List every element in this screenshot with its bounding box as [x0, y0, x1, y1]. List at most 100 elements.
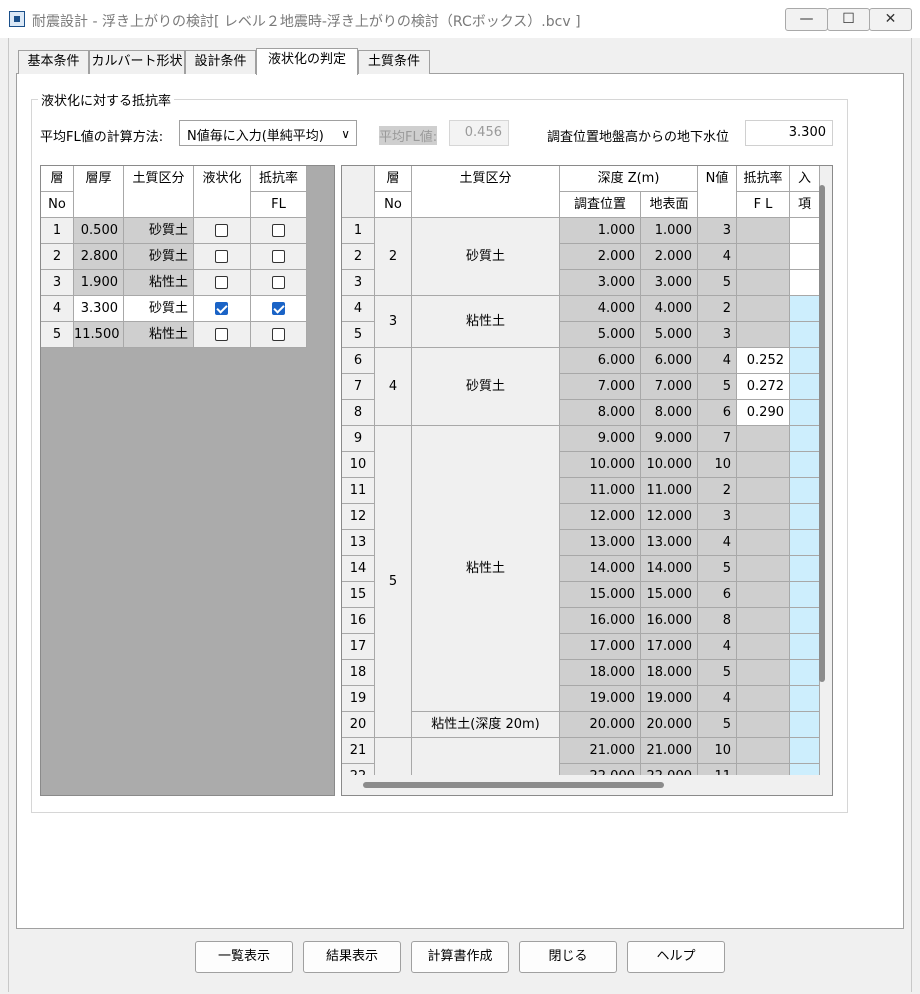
layer-soil-cell[interactable]: 粘性土 — [124, 322, 194, 348]
layer-soil-cell[interactable]: 砂質土 — [124, 218, 194, 244]
depth-row-index: 11 — [342, 478, 375, 504]
layer-thickness-cell[interactable]: 2.800 — [74, 244, 124, 270]
depth-row-index: 2 — [342, 244, 375, 270]
layer-soil-cell[interactable]: 砂質土 — [124, 296, 194, 322]
depth-row-index: 22 — [342, 764, 375, 775]
input-cell[interactable] — [790, 218, 820, 244]
r-fl-sub-header: F L — [737, 192, 790, 218]
input-cell[interactable] — [790, 374, 820, 400]
minimize-button[interactable]: — — [785, 8, 828, 31]
fl-checkbox[interactable] — [272, 250, 285, 263]
input-cell[interactable] — [790, 244, 820, 270]
depth-grid-vscrollbar[interactable] — [819, 185, 825, 682]
fl-checkbox[interactable] — [272, 276, 285, 289]
survey-depth-cell: 3.000 — [560, 270, 641, 296]
fl-value-cell — [737, 322, 790, 348]
surface-depth-cell: 6.000 — [641, 348, 698, 374]
liquefaction-checkbox[interactable] — [215, 250, 228, 263]
group-soil-cell: 粘性土(深度 20m) — [412, 712, 560, 738]
layer-thickness-cell[interactable]: 0.500 — [74, 218, 124, 244]
input-cell[interactable] — [790, 530, 820, 556]
layer-fl-cell — [251, 296, 307, 322]
create-report-button[interactable]: 計算書作成 — [411, 941, 509, 973]
n-value-cell: 3 — [698, 218, 737, 244]
fl-checkbox[interactable] — [272, 302, 285, 315]
tab-design-conditions[interactable]: 設計条件 — [185, 50, 256, 74]
input-cell[interactable] — [790, 686, 820, 712]
result-view-button[interactable]: 結果表示 — [303, 941, 401, 973]
tab-culvert-shape[interactable]: カルバート形状 — [89, 50, 185, 74]
n-value-cell: 5 — [698, 712, 737, 738]
input-cell[interactable] — [790, 296, 820, 322]
n-value-cell: 3 — [698, 504, 737, 530]
depth-grid: 層 No 土質区分 深度 Z(m) 調査位置 地表面 N値 抵抗率 F L 入項 1 1.000 1.0… — [341, 165, 833, 796]
input-cell[interactable] — [790, 270, 820, 296]
water-level-input[interactable]: 3.300 — [745, 120, 833, 146]
surface-depth-cell: 1.000 — [641, 218, 698, 244]
help-button[interactable]: ヘルプ — [627, 941, 725, 973]
app-icon — [9, 11, 25, 27]
layer-thickness-cell[interactable]: 11.500 — [74, 322, 124, 348]
survey-depth-cell: 16.000 — [560, 608, 641, 634]
layer-soil-cell[interactable]: 粘性土 — [124, 270, 194, 296]
input-cell[interactable] — [790, 452, 820, 478]
survey-depth-header: 調査位置 — [560, 192, 641, 218]
fl-value-cell — [737, 530, 790, 556]
n-value-cell: 2 — [698, 478, 737, 504]
survey-depth-cell: 4.000 — [560, 296, 641, 322]
group-soil-cell: 粘性土 — [412, 426, 560, 712]
n-value-cell: 5 — [698, 270, 737, 296]
close-dialog-button[interactable]: 閉じる — [519, 941, 617, 973]
layer-thickness-cell[interactable]: 3.300 — [74, 296, 124, 322]
input-cell[interactable] — [790, 712, 820, 738]
tab-soil-conditions[interactable]: 土質条件 — [358, 50, 430, 74]
depth-row-index: 6 — [342, 348, 375, 374]
liquefaction-checkbox[interactable] — [215, 276, 228, 289]
input-cell[interactable] — [790, 608, 820, 634]
input-cell[interactable] — [790, 634, 820, 660]
n-value-cell: 5 — [698, 660, 737, 686]
close-button[interactable]: ✕ — [869, 8, 912, 31]
liquefaction-checkbox[interactable] — [215, 302, 228, 315]
input-cell[interactable] — [790, 322, 820, 348]
n-value-cell: 7 — [698, 426, 737, 452]
group-label: 液状化に対する抵抗率 — [38, 90, 175, 109]
input-cell[interactable] — [790, 582, 820, 608]
layer-thickness-cell[interactable]: 1.900 — [74, 270, 124, 296]
input-cell[interactable] — [790, 504, 820, 530]
fl-value-cell — [737, 712, 790, 738]
n-value-header: N値 — [698, 166, 737, 218]
fl-value-cell — [737, 452, 790, 478]
fl-value-cell[interactable]: 0.272 — [737, 374, 790, 400]
input-cell[interactable] — [790, 400, 820, 426]
input-cell[interactable] — [790, 556, 820, 582]
liquefaction-checkbox[interactable] — [215, 328, 228, 341]
method-select[interactable]: N値毎に入力(単純平均) ∨ — [179, 120, 357, 146]
fl-checkbox[interactable] — [272, 328, 285, 341]
input-cell[interactable] — [790, 764, 820, 775]
surface-depth-cell: 18.000 — [641, 660, 698, 686]
input-cell[interactable] — [790, 426, 820, 452]
layer-soil-cell[interactable]: 砂質土 — [124, 244, 194, 270]
fl-checkbox[interactable] — [272, 224, 285, 237]
liquefaction-checkbox[interactable] — [215, 224, 228, 237]
input-cell[interactable] — [790, 660, 820, 686]
depth-grid-hscrollbar[interactable] — [363, 782, 664, 788]
group-layer-cell: 3 — [375, 296, 412, 348]
input-cell[interactable] — [790, 348, 820, 374]
fl-value-cell[interactable]: 0.252 — [737, 348, 790, 374]
surface-depth-cell: 2.000 — [641, 244, 698, 270]
maximize-icon: ☐ — [842, 11, 855, 27]
surface-depth-cell: 8.000 — [641, 400, 698, 426]
fl-value-cell[interactable]: 0.290 — [737, 400, 790, 426]
fl-value-cell — [737, 296, 790, 322]
maximize-button[interactable]: ☐ — [827, 8, 870, 31]
tab-liquefaction[interactable]: 液状化の判定 — [256, 48, 358, 75]
input-cell[interactable] — [790, 478, 820, 504]
tab-basic-conditions[interactable]: 基本条件 — [18, 50, 89, 74]
layer-row-index: 2 — [41, 244, 74, 270]
input-cell[interactable] — [790, 738, 820, 764]
survey-depth-cell: 8.000 — [560, 400, 641, 426]
list-view-button[interactable]: 一覧表示 — [195, 941, 293, 973]
layer-row-index: 4 — [41, 296, 74, 322]
